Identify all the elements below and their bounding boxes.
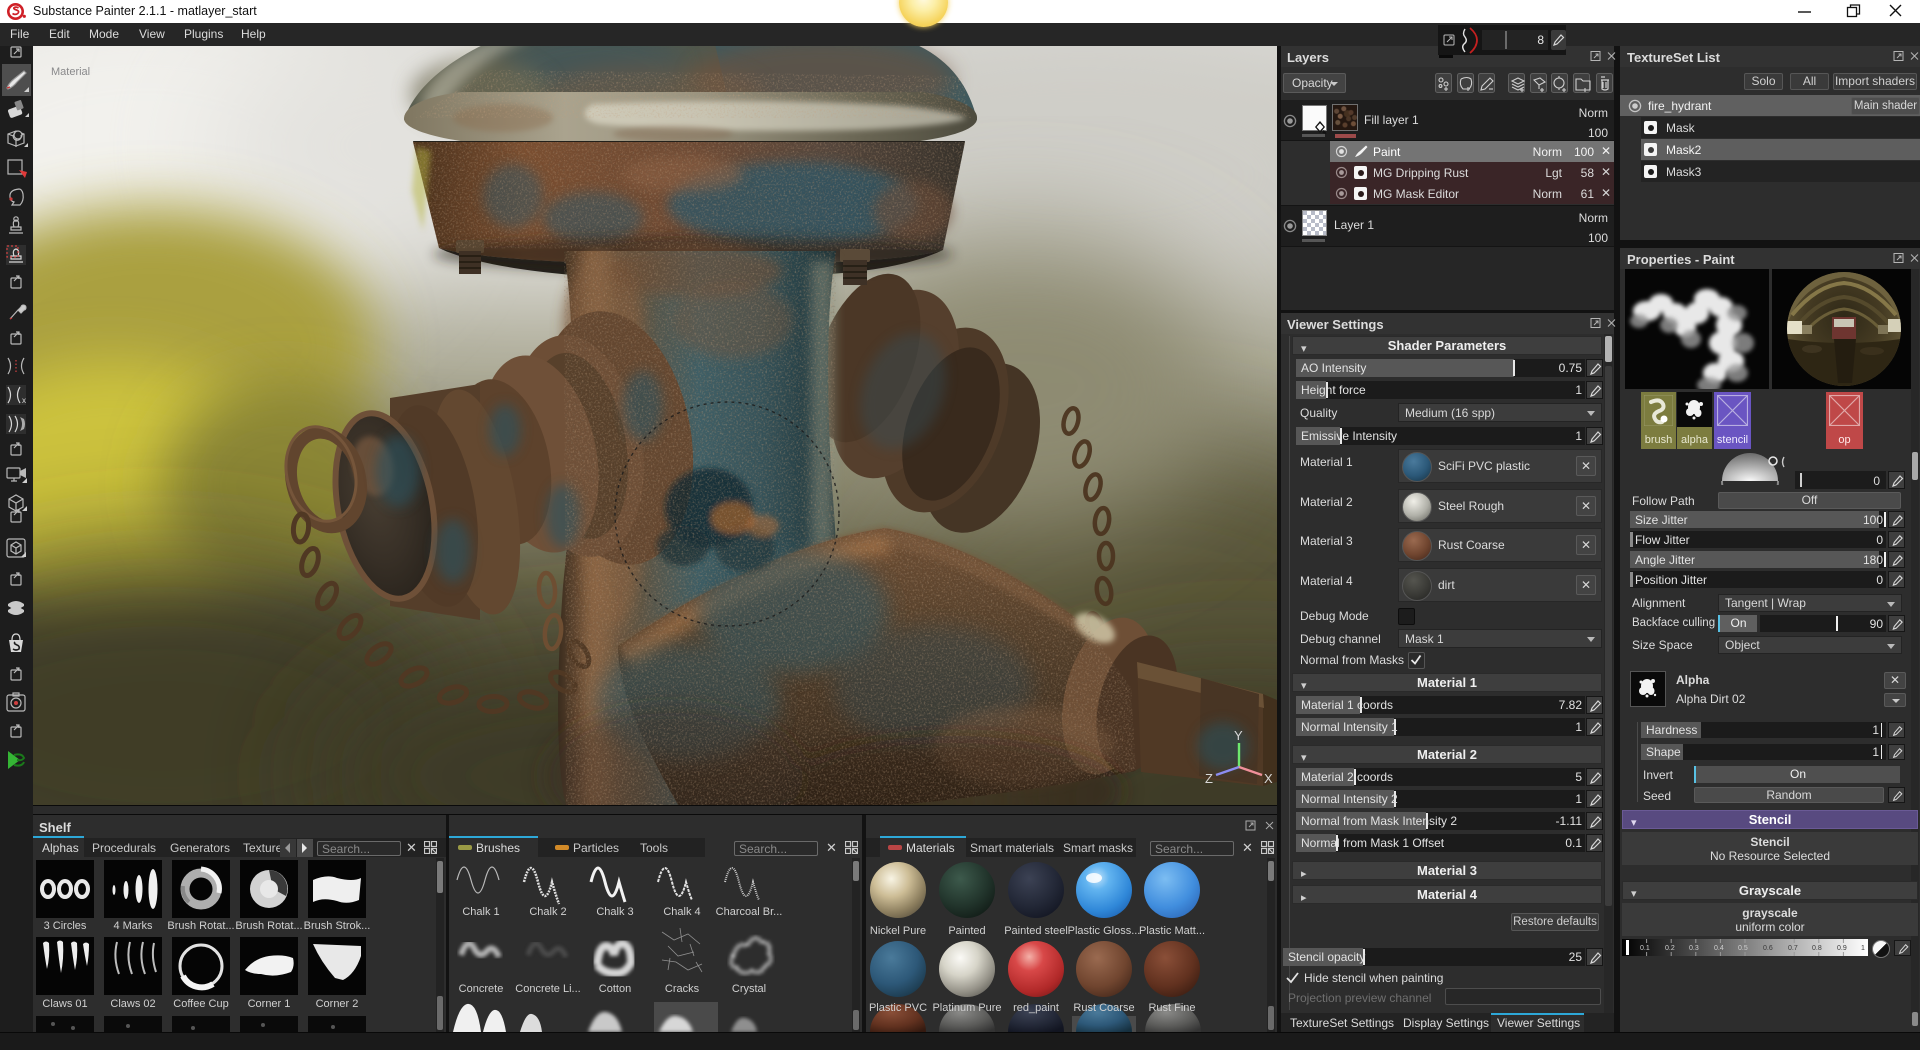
svg-text:Material: Material: [51, 66, 90, 78]
svg-text:Y: Y: [1234, 728, 1243, 743]
svg-text:0.6: 0.6: [1763, 945, 1773, 952]
svg-text:0.1: 0.1: [1640, 945, 1650, 952]
svg-text:0.9: 0.9: [1837, 945, 1847, 952]
svg-text:1: 1: [1861, 945, 1865, 952]
svg-text:X: X: [1264, 771, 1273, 786]
svg-text:x: x: [22, 396, 26, 405]
svg-text:0.5: 0.5: [1738, 945, 1748, 952]
svg-text:0.7: 0.7: [1788, 945, 1798, 952]
svg-text:0.2: 0.2: [1665, 945, 1675, 952]
svg-text:Z: Z: [1205, 771, 1213, 786]
svg-text:0.8: 0.8: [1812, 945, 1822, 952]
svg-text:0.3: 0.3: [1689, 945, 1699, 952]
svg-text:0.4: 0.4: [1714, 945, 1724, 952]
